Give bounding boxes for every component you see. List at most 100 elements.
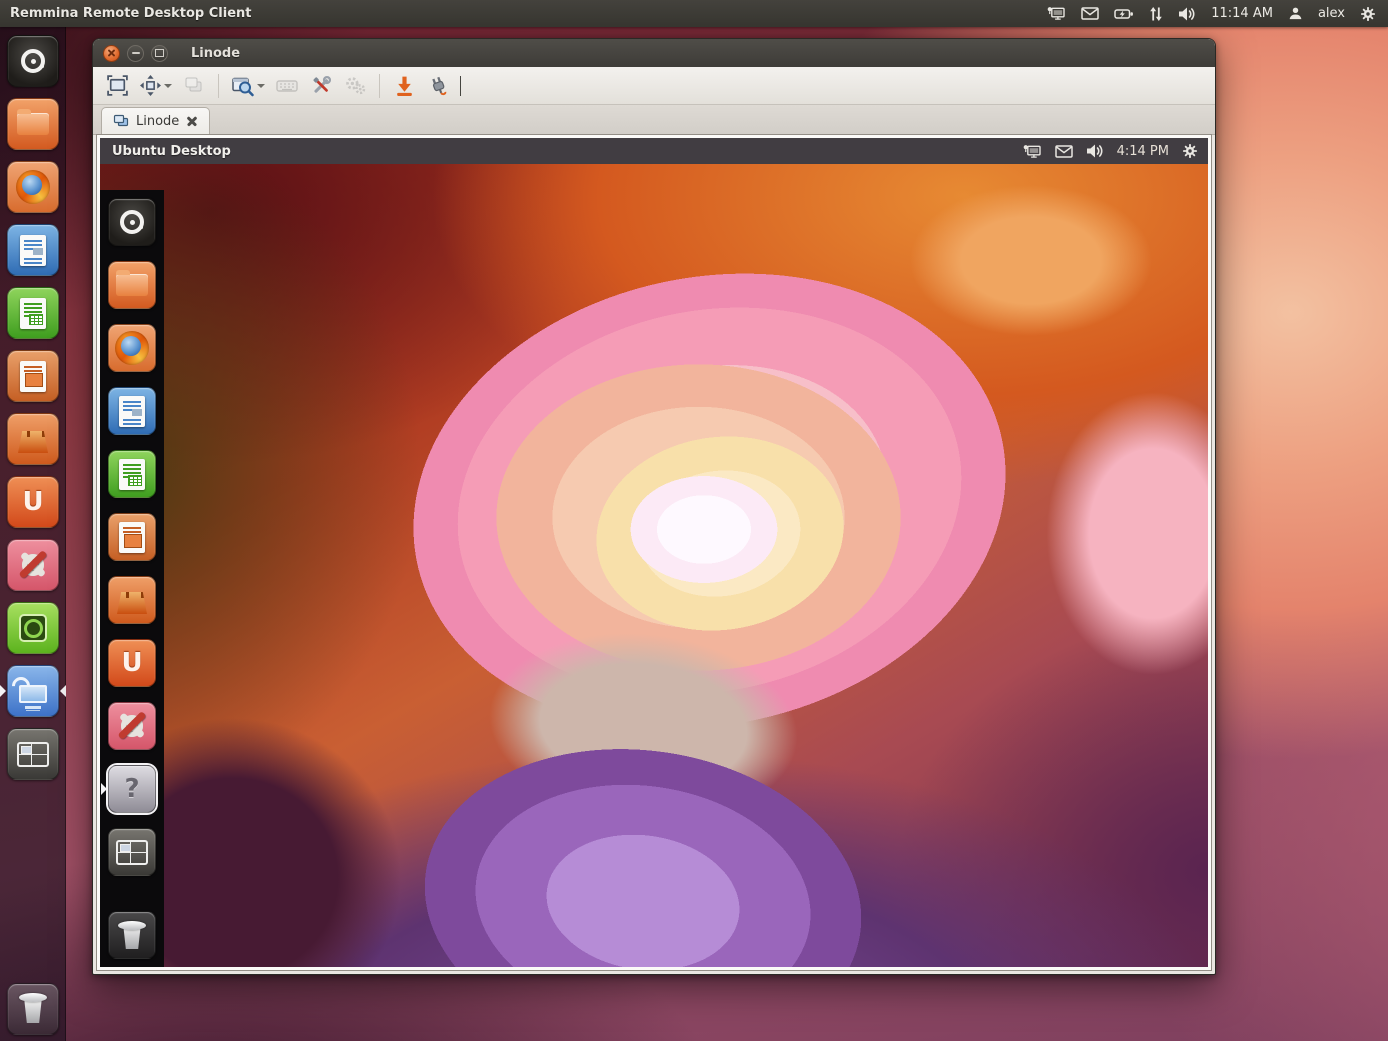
maximize-button[interactable]	[151, 45, 168, 62]
libreoffice-writer-icon-shape	[119, 396, 145, 427]
software-center-icon[interactable]	[108, 576, 156, 624]
firefox-icon-shape	[115, 331, 149, 365]
workspace-switcher-icon-shape	[17, 742, 49, 767]
host-tray: 11:14 AM alex	[1047, 6, 1376, 22]
remmina-icon-shape	[19, 685, 47, 703]
unknown-app-icon[interactable]: ?	[108, 765, 156, 813]
remote-unity-launcher: U?	[100, 190, 164, 967]
files-folder-icon-shape	[17, 113, 49, 135]
send-keys-button[interactable]	[271, 71, 303, 101]
mail-indicator-icon[interactable]	[1081, 7, 1099, 20]
workspace-switcher-icon[interactable]	[108, 828, 156, 876]
firefox-icon-shape	[16, 170, 50, 204]
power-gear-icon[interactable]	[1360, 6, 1376, 22]
trash-icon[interactable]	[7, 983, 59, 1035]
fullscreen-button[interactable]	[101, 71, 133, 101]
libreoffice-writer-icon[interactable]	[7, 224, 59, 276]
user-icon[interactable]	[1288, 6, 1303, 21]
toolbar-separator	[379, 74, 380, 98]
scale-window-button[interactable]	[135, 71, 176, 101]
libreoffice-impress-icon[interactable]	[7, 350, 59, 402]
remmina-icon[interactable]	[7, 665, 59, 717]
libreoffice-calc-icon[interactable]	[7, 287, 59, 339]
remote-viewport-frame: Ubuntu Desktop 4:14 PM	[97, 135, 1211, 970]
libreoffice-writer-icon[interactable]	[108, 387, 156, 435]
ubuntu-one-icon[interactable]: U	[7, 476, 59, 528]
trash-icon-shape	[22, 999, 44, 1023]
libreoffice-impress-icon-shape	[119, 522, 145, 553]
grab-keyboard-button[interactable]	[388, 71, 420, 101]
host-launcher-items: U	[7, 35, 59, 780]
software-center-icon-shape	[18, 431, 48, 453]
window-title: Linode	[191, 46, 240, 61]
firefox-icon[interactable]	[7, 161, 59, 213]
files-folder-icon[interactable]	[7, 98, 59, 150]
wallpaper-blob	[876, 164, 1186, 357]
remote-session-indicator-icon[interactable]	[1047, 6, 1066, 21]
session-username[interactable]: alex	[1318, 6, 1345, 21]
remote-screen-icon	[113, 114, 129, 128]
volume-icon[interactable]	[1086, 143, 1104, 159]
remote-session-indicator-icon[interactable]	[1023, 144, 1042, 159]
minimize-button[interactable]	[127, 45, 144, 62]
scale-dropdown-caret[interactable]	[164, 84, 172, 92]
disconnect-button[interactable]	[422, 71, 454, 101]
preferences-button[interactable]	[339, 71, 371, 101]
zoom-button[interactable]	[227, 71, 269, 101]
ubuntu-tweak-icon-shape	[19, 614, 47, 642]
close-button[interactable]	[103, 45, 120, 62]
text-cursor	[460, 76, 461, 96]
tab-linode[interactable]: Linode	[101, 107, 210, 134]
duplicate-connection-button[interactable]	[178, 71, 210, 101]
volume-icon[interactable]	[1178, 6, 1196, 22]
remote-launcher-bottom	[108, 911, 156, 959]
libreoffice-impress-icon[interactable]	[108, 513, 156, 561]
ubuntu-one-icon-shape: U	[22, 487, 43, 517]
power-gear-icon[interactable]	[1182, 143, 1198, 159]
host-panel-title: Remmina Remote Desktop Client	[10, 6, 252, 21]
firefox-icon[interactable]	[108, 324, 156, 372]
ubuntu-dash-icon-shape	[21, 49, 45, 73]
zoom-dropdown-caret[interactable]	[257, 84, 265, 92]
close-tab-icon[interactable]	[186, 115, 198, 127]
files-folder-icon-shape	[116, 274, 148, 296]
libreoffice-calc-icon[interactable]	[108, 450, 156, 498]
remote-desktop-view[interactable]: Ubuntu Desktop 4:14 PM	[100, 138, 1208, 967]
window-titlebar[interactable]: Linode	[93, 39, 1215, 67]
workspace-switcher-icon[interactable]	[7, 728, 59, 780]
ubuntu-tweak-icon[interactable]	[7, 602, 59, 654]
host-launcher-bottom	[7, 983, 59, 1035]
remote-app-menu[interactable]: Ubuntu Desktop	[112, 144, 231, 159]
files-folder-icon[interactable]	[108, 261, 156, 309]
software-center-icon[interactable]	[7, 413, 59, 465]
system-settings-icon[interactable]	[108, 702, 156, 750]
workspace-switcher-icon-shape	[116, 840, 148, 865]
connection-tabstrip: Linode	[93, 105, 1215, 135]
tab-label: Linode	[136, 114, 179, 129]
running-indicator-arrow	[101, 783, 113, 795]
remote-top-panel: Ubuntu Desktop 4:14 PM	[100, 138, 1208, 164]
remmina-toolbar	[93, 67, 1215, 105]
remote-clock[interactable]: 4:14 PM	[1117, 144, 1169, 159]
ubuntu-one-icon[interactable]: U	[108, 639, 156, 687]
battery-indicator-icon[interactable]	[1114, 7, 1134, 21]
system-settings-icon[interactable]	[7, 539, 59, 591]
tools-button[interactable]	[305, 71, 337, 101]
libreoffice-writer-icon-shape	[20, 235, 46, 266]
ubuntu-dash-icon[interactable]	[108, 198, 156, 246]
host-top-panel: Remmina Remote Desktop Client 11:14 AM a…	[0, 0, 1388, 27]
remote-wallpaper[interactable]: U?	[100, 164, 1208, 967]
ubuntu-dash-icon-shape	[120, 210, 144, 234]
trash-icon-shape	[121, 925, 143, 949]
libreoffice-impress-icon-shape	[20, 361, 46, 392]
host-clock[interactable]: 11:14 AM	[1211, 6, 1273, 21]
network-sync-icon[interactable]	[1149, 6, 1163, 22]
wallpaper-blob	[1020, 357, 1208, 710]
wallpaper-blob	[610, 461, 798, 598]
trash-icon[interactable]	[108, 911, 156, 959]
system-settings-icon-shape	[121, 715, 143, 737]
host-unity-launcher: U	[0, 27, 66, 1041]
libreoffice-calc-icon-shape	[119, 459, 145, 490]
ubuntu-dash-icon[interactable]	[7, 35, 59, 87]
mail-indicator-icon[interactable]	[1055, 145, 1073, 158]
